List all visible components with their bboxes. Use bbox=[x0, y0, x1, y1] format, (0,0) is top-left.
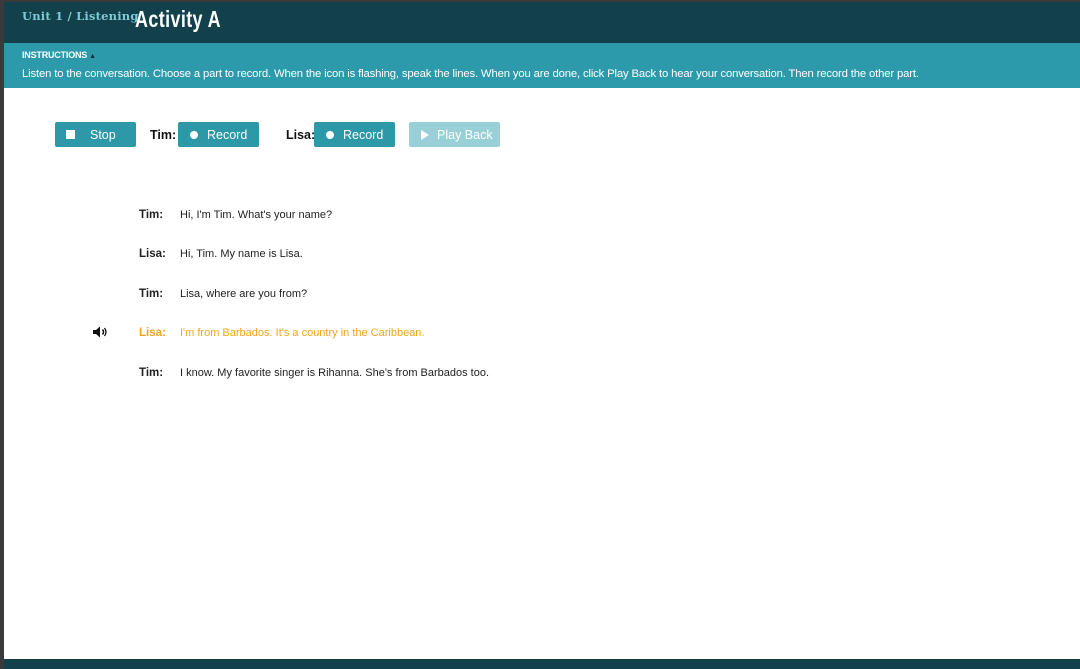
conversation-line: Tim: I know. My favorite singer is Rihann… bbox=[139, 367, 489, 379]
stop-button[interactable]: Stop bbox=[55, 122, 136, 147]
record-icon bbox=[326, 130, 334, 139]
tim-record-label: Record bbox=[207, 127, 248, 142]
conversation-line: Tim: Lisa, where are you from? bbox=[139, 288, 307, 300]
instructions-text: Listen to the conversation. Choose a par… bbox=[22, 68, 919, 80]
conversation-line: Tim: Hi, I'm Tim. What's your name? bbox=[139, 209, 332, 221]
footer-bar bbox=[4, 659, 1080, 669]
line-text: I'm from Barbados. It's a country in the… bbox=[180, 327, 425, 339]
speaker-name: Tim: bbox=[139, 209, 164, 221]
line-text: I know. My favorite singer is Rihanna. S… bbox=[180, 367, 490, 379]
tim-part-label: Tim: bbox=[150, 128, 177, 142]
speaker-name: Tim: bbox=[139, 288, 164, 300]
triangle-up-icon: ▲ bbox=[89, 53, 96, 60]
record-icon bbox=[190, 130, 198, 139]
lisa-record-button[interactable]: Record bbox=[314, 122, 395, 147]
line-text: Hi, I'm Tim. What's your name? bbox=[180, 209, 333, 221]
instructions-toggle[interactable]: INSTRUCTIONS ▲ bbox=[22, 50, 96, 60]
header-bar: Unit 1 / Listening Activity A bbox=[4, 2, 1080, 43]
speaker-name: Lisa: bbox=[139, 327, 166, 339]
speaker-icon bbox=[93, 326, 107, 338]
line-text: Lisa, where are you from? bbox=[180, 288, 308, 300]
speaker-name: Lisa: bbox=[139, 248, 166, 260]
lisa-part-label: Lisa: bbox=[286, 128, 316, 142]
breadcrumb[interactable]: Unit 1 / Listening bbox=[22, 9, 139, 23]
stop-label: Stop bbox=[90, 127, 116, 142]
tim-record-button[interactable]: Record bbox=[178, 122, 259, 147]
play-back-button[interactable]: Play Back bbox=[409, 122, 500, 147]
page-title: Activity A bbox=[135, 6, 221, 32]
play-back-label: Play Back bbox=[437, 127, 493, 142]
conversation-line-active: Lisa: I'm from Barbados. It's a country i… bbox=[139, 327, 424, 339]
speaker-name: Tim: bbox=[139, 367, 164, 379]
stop-icon bbox=[66, 130, 75, 139]
play-icon bbox=[421, 129, 429, 140]
lisa-record-label: Record bbox=[343, 127, 384, 142]
instructions-heading: INSTRUCTIONS bbox=[22, 50, 88, 60]
line-text: Hi, Tim. My name is Lisa. bbox=[180, 248, 303, 260]
conversation-line: Lisa: Hi, Tim. My name is Lisa. bbox=[139, 248, 303, 260]
instructions-panel: INSTRUCTIONS ▲ Listen to the conversation… bbox=[4, 43, 1080, 88]
activity-window: Unit 1 / Listening Activity A INSTRUCTIO… bbox=[4, 2, 1080, 669]
